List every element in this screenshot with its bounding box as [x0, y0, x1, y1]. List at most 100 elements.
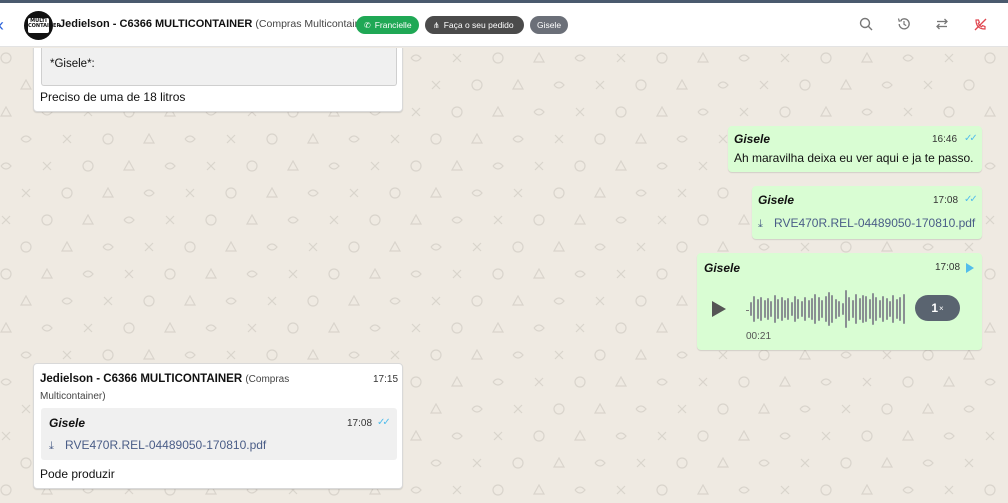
waveform-bar: [770, 301, 773, 317]
waveform-bar: [794, 296, 797, 322]
whatsapp-icon: ✆: [364, 20, 371, 30]
avatar[interactable]: MULTI CONTAINER: [24, 11, 60, 40]
read-ticks-icon: ✓✓: [964, 133, 978, 144]
message-time: 17:08: [935, 262, 961, 273]
waveform-bar: [753, 296, 756, 322]
waveform-bar: [827, 292, 830, 326]
audio-progress-dot: [746, 310, 749, 311]
message-time: 16:46: [932, 134, 958, 145]
waveform-bar: [800, 301, 803, 317]
message-time: 17:15: [373, 374, 399, 385]
tag-label: Gisele: [536, 20, 562, 30]
waveform-bar: [811, 298, 814, 320]
download-icon: ⤓: [758, 218, 763, 230]
waveform-bar: [777, 299, 780, 319]
waveform-bar: [841, 303, 844, 315]
message-text: Preciso de uma de 18 litros: [40, 90, 186, 104]
workflow-icon: ⋔: [433, 20, 440, 30]
avatar-logo: MULTI CONTAINER: [28, 18, 60, 33]
quoted-message[interactable]: *Gisele*:: [41, 48, 397, 86]
waveform-bar: [851, 300, 854, 318]
file-name: RVE470R.REL-04489050-170810.pdf: [774, 216, 976, 230]
author-company: (Compras: [245, 374, 290, 385]
waveform-bar: [902, 294, 905, 324]
waveform-bar: [834, 299, 837, 319]
waveform-bar: [824, 296, 827, 322]
audio-play-button[interactable]: [712, 301, 726, 317]
waveform-bar: [821, 300, 824, 318]
contact-name: Jedielson - C6366 MULTICONTAINER: [59, 18, 253, 30]
tag-flow[interactable]: ⋔ Faça o seu pedido: [425, 16, 524, 34]
end-call-icon[interactable]: [972, 17, 988, 33]
message-incoming-reply[interactable]: Jedielson - C6366 MULTICONTAINER (Compra…: [33, 363, 403, 489]
chat-area[interactable]: *Gisele*: Preciso de uma de 18 litros Gi…: [0, 48, 1008, 503]
read-ticks-icon: ✓✓: [377, 417, 391, 428]
file-attachment-link[interactable]: ⤓ RVE470R.REL-04489050-170810.pdf: [758, 216, 975, 231]
waveform-bar: [763, 300, 766, 318]
quoted-message[interactable]: Gisele 17:08 ✓✓ ⤓ RVE470R.REL-04489050-17…: [41, 408, 397, 460]
quoted-time: 17:08: [347, 418, 373, 429]
chat-header: ‹ MULTI CONTAINER Jedielson - C6366 MULT…: [0, 3, 1008, 47]
waveform-bar: [868, 299, 871, 319]
waveform-bar: [817, 297, 820, 321]
waveform-bar: [773, 295, 776, 323]
waveform-bar: [814, 294, 817, 324]
author-name: Jedielson - C6366 MULTICONTAINER: [40, 373, 243, 385]
message-incoming[interactable]: *Gisele*: Preciso de uma de 18 litros: [33, 48, 403, 112]
speed-unit: ×: [939, 303, 944, 313]
waveform-bar: [797, 299, 800, 319]
message-author: Gisele: [704, 261, 741, 275]
message-outgoing-file[interactable]: Gisele 17:08 ✓✓ ⤓ RVE470R.REL-04489050-17…: [752, 186, 982, 239]
waveform-bar: [760, 297, 763, 321]
tag-label: Faça o seu pedido: [443, 20, 514, 30]
message-text: Pode produzir: [40, 467, 115, 481]
waveform-bar: [882, 296, 885, 322]
waveform-bar: [899, 297, 902, 321]
audio-waveform[interactable]: [750, 288, 906, 330]
download-icon: ⤓: [49, 440, 54, 452]
waveform-bar: [766, 298, 769, 320]
waveform-bar: [838, 301, 841, 317]
waveform-bar: [790, 302, 793, 316]
played-status-icon: [966, 263, 974, 273]
waveform-bar: [855, 294, 858, 324]
file-name: RVE470R.REL-04489050-170810.pdf: [65, 438, 267, 452]
waveform-bar: [750, 302, 752, 316]
contact-title[interactable]: Jedielson - C6366 MULTICONTAINER (Compra…: [59, 18, 373, 30]
message-text: Ah maravilha deixa eu ver aqui e ja te p…: [734, 151, 974, 165]
waveform-bar: [756, 299, 759, 319]
waveform-bar: [861, 295, 864, 323]
waveform-bar: [831, 295, 834, 323]
waveform-bar: [780, 297, 783, 321]
waveform-bar: [878, 300, 881, 318]
tag-label: Francielle: [374, 20, 412, 30]
message-author: Gisele: [758, 193, 795, 207]
audio-duration: 00:21: [746, 331, 772, 342]
waveform-bar: [787, 298, 790, 320]
waveform-bar: [889, 301, 892, 317]
search-icon[interactable]: [858, 17, 874, 33]
author-company-cont: Multicontainer): [40, 391, 106, 402]
waveform-bar: [875, 297, 878, 321]
history-icon[interactable]: [896, 17, 912, 33]
transfer-icon[interactable]: [934, 17, 950, 33]
waveform-bar: [892, 295, 895, 323]
message-time: 17:08: [933, 195, 959, 206]
message-author: Gisele: [734, 132, 771, 146]
tag-attendant[interactable]: ✆ Francielle: [356, 16, 419, 34]
waveform-bar: [804, 297, 807, 321]
waveform-bar: [872, 293, 875, 325]
quoted-text: *Gisele*:: [50, 58, 95, 70]
waveform-bar: [865, 296, 868, 322]
quoted-file-link[interactable]: ⤓ RVE470R.REL-04489050-170810.pdf: [49, 438, 266, 453]
tag-agent[interactable]: Gisele: [530, 16, 568, 34]
message-author: Jedielson - C6366 MULTICONTAINER (Compra…: [40, 373, 289, 385]
waveform-bar: [783, 300, 786, 318]
waveform-bar: [885, 298, 888, 320]
waveform-bar: [807, 300, 810, 318]
playback-speed-button[interactable]: 1 ×: [915, 295, 960, 321]
message-outgoing[interactable]: Gisele 16:46 ✓✓ Ah maravilha deixa eu ve…: [728, 126, 982, 172]
speed-value: 1: [931, 301, 938, 315]
back-chevron-icon[interactable]: ‹: [0, 16, 10, 34]
waveform-bar: [895, 299, 898, 319]
